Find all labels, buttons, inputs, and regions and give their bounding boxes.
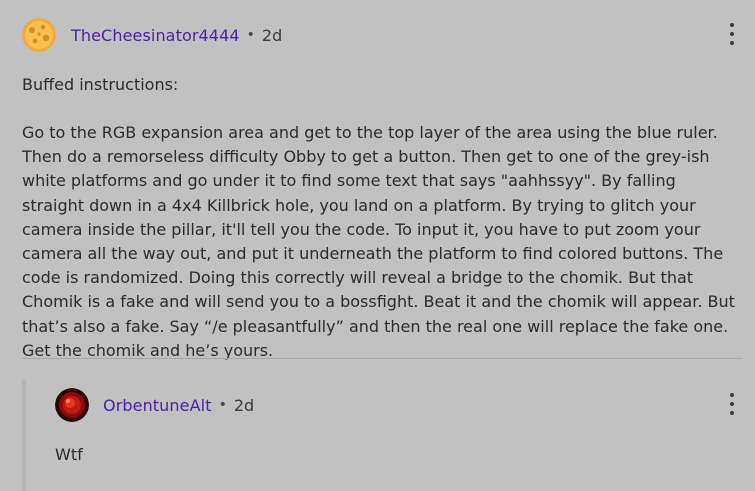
reply-body-text: Wtf (55, 445, 83, 464)
more-vertical-icon[interactable] (726, 393, 738, 415)
more-vertical-icon[interactable] (726, 23, 738, 45)
comment-heading-text: Buffed instructions: (22, 75, 179, 94)
divider (22, 358, 742, 359)
reply-header: OrbentuneAlt • 2d (55, 387, 254, 423)
red-orb-avatar-icon[interactable] (55, 388, 89, 422)
reply-separator-dot: • (218, 397, 227, 413)
comment-header: TheCheesinator4444 • 2d (22, 17, 282, 53)
reply-thread-line[interactable] (22, 380, 26, 491)
timestamp: 2d (261, 25, 283, 45)
comment-body-text: Go to the RGB expansion area and get to … (22, 123, 735, 360)
username-link[interactable]: TheCheesinator4444 (71, 26, 240, 45)
cheese-avatar-icon[interactable] (22, 18, 56, 52)
reply-username-link[interactable]: OrbentuneAlt (103, 396, 212, 415)
reply-timestamp: 2d (233, 395, 255, 415)
separator-dot: • (246, 27, 255, 43)
